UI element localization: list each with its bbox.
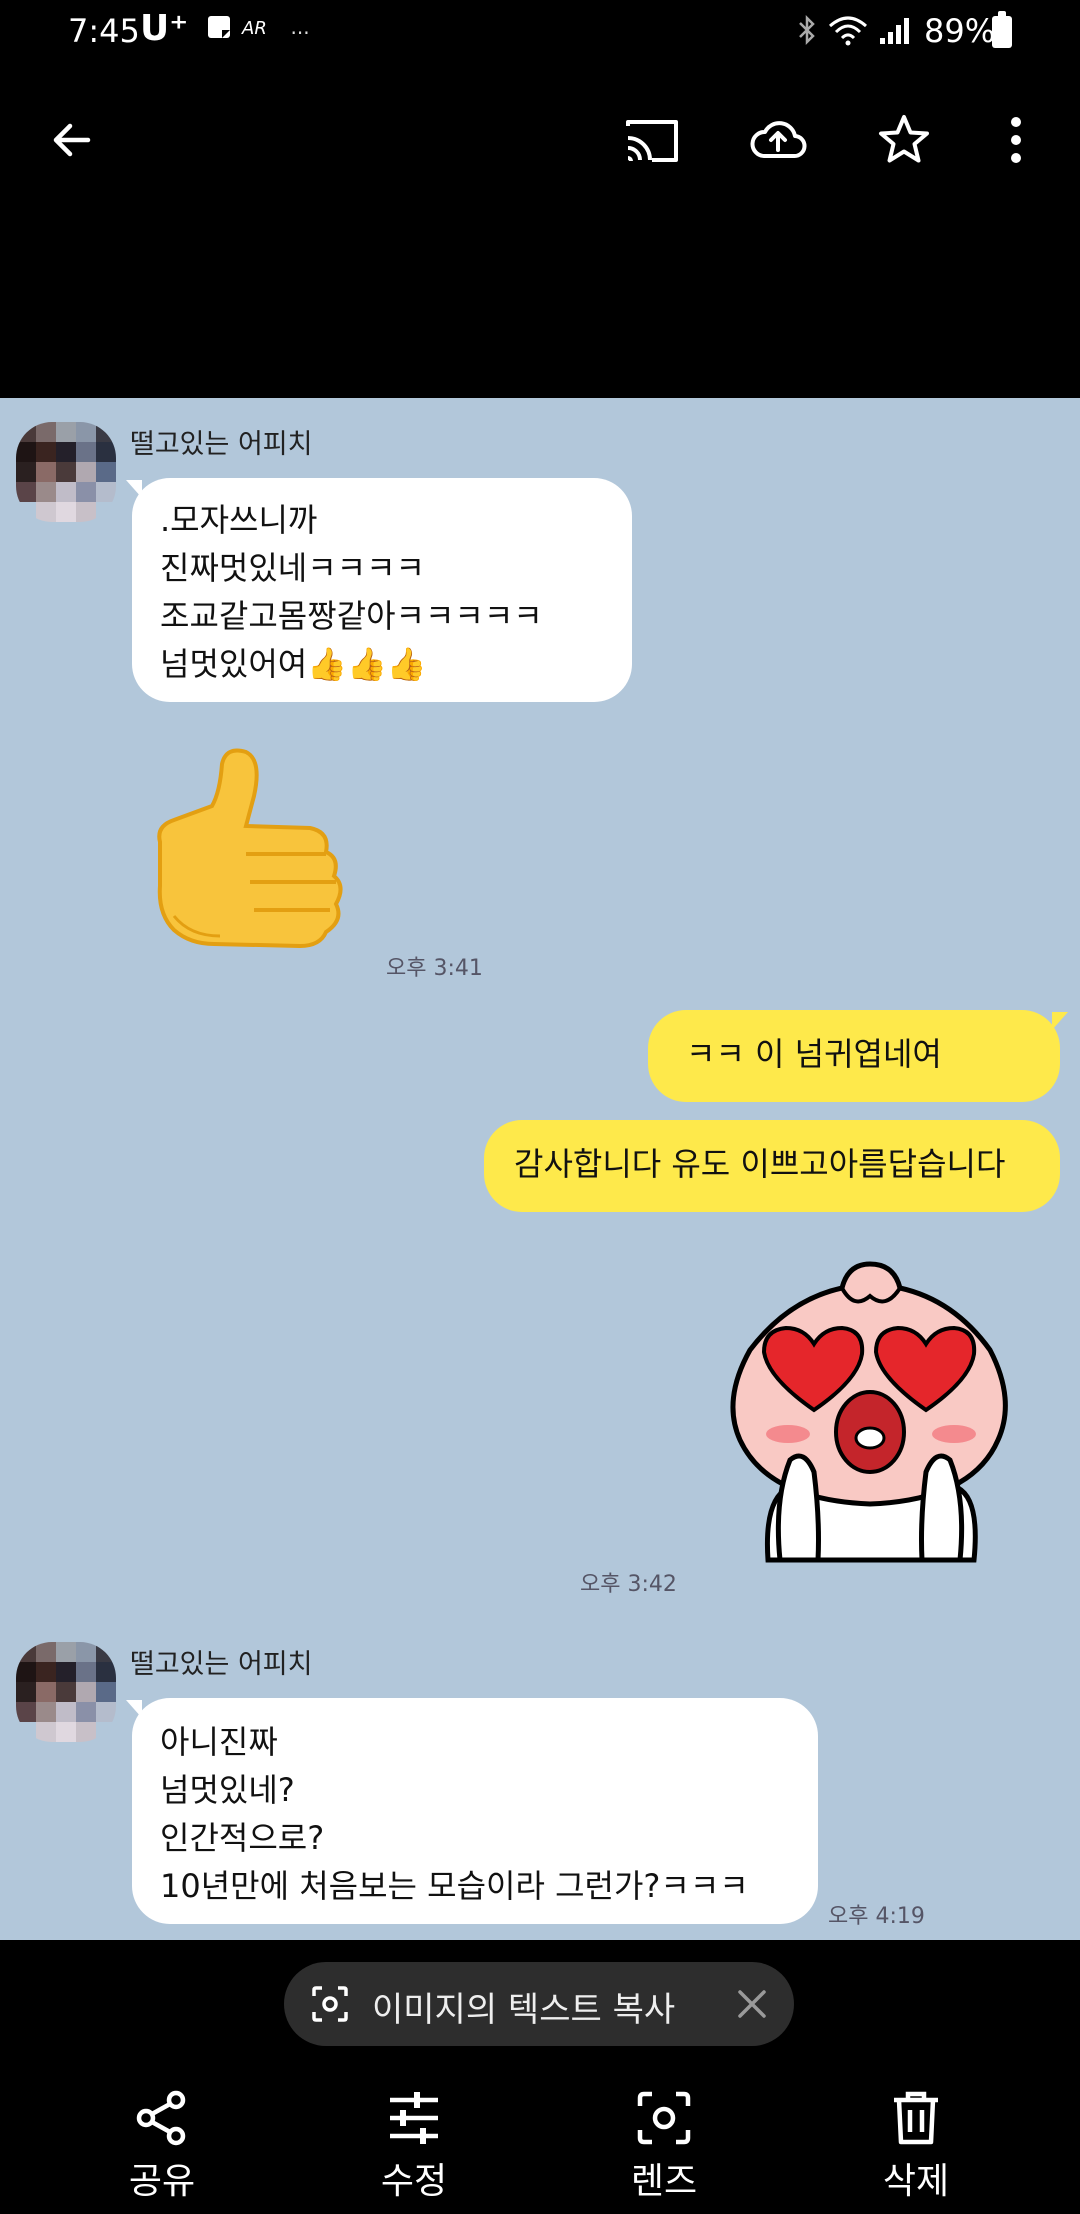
message-line: ㅋㅋ 이 넘귀엽네여: [686, 1035, 942, 1073]
more-notifications-label: ···: [290, 21, 310, 45]
svg-text:AR: AR: [241, 18, 267, 39]
system-icons: [796, 10, 914, 50]
notification-icons: AR ···: [206, 14, 310, 47]
share-icon: [136, 2090, 186, 2146]
favorite-button[interactable]: [872, 108, 936, 172]
sent-message-bubble: ㅋㅋ 이 넘귀엽네여: [648, 1010, 1060, 1102]
share-button[interactable]: 공유: [82, 2088, 242, 2208]
bubble-tail: [1052, 1012, 1068, 1030]
viewer-toolbar: [0, 90, 1080, 190]
edit-label: 수정: [380, 2161, 448, 2202]
wifi-icon: [829, 16, 867, 46]
avatar: [16, 422, 116, 522]
received-message-bubble: 아니진짜 넘멋있네? 인간적으로? 10년만에 처음보는 모습이라 그런가?ㅋㅋ…: [132, 1698, 818, 1924]
avatar: [16, 1642, 116, 1742]
share-label: 공유: [128, 2161, 196, 2202]
copy-text-from-image-chip[interactable]: 이미지의 텍스트 복사: [284, 1962, 794, 2046]
more-vert-icon: [1011, 117, 1021, 163]
message-timestamp: 오후 3:42: [580, 1572, 677, 1597]
status-bar: 7:45 U⁺ AR ··· 89%: [0, 0, 1080, 64]
back-arrow-icon: [53, 123, 91, 157]
apeach-heart-eyes-sticker: [730, 1261, 1008, 1563]
copy-text-label: 이미지의 텍스트 복사: [372, 1990, 676, 2030]
chat-screenshot-image: 떨고있는 어피치 .모자쓰니까 진짜멋있네ㅋㅋㅋㅋ 조교같고몸짱같아ㅋㅋㅋㅋㅋ …: [0, 398, 1080, 1940]
battery-percent: 89%: [924, 12, 996, 50]
star-icon: [879, 115, 929, 163]
message-line: 넘멋있어여👍👍👍: [160, 645, 427, 683]
close-icon[interactable]: [732, 1984, 772, 2024]
text-scan-icon: [312, 1986, 348, 2022]
message-line: 10년만에 처음보는 모습이라 그런가?ㅋㅋㅋ: [160, 1867, 749, 1905]
delete-button[interactable]: 삭제: [836, 2088, 996, 2208]
sent-message-bubble: 감사합니다 유도 이쁘고아름답습니다: [484, 1120, 1060, 1212]
message-line: 인간적으로?: [160, 1819, 325, 1857]
cast-button[interactable]: [620, 108, 684, 172]
message-timestamp: 오후 3:41: [386, 956, 483, 981]
battery-icon: [992, 11, 1012, 48]
message-line: .모자쓰니까: [160, 501, 318, 539]
message-line: 조교같고몸짱같아ㅋㅋㅋㅋㅋ: [160, 597, 543, 635]
trash-icon: [894, 2091, 938, 2145]
status-time: 7:45: [68, 12, 140, 50]
lens-button[interactable]: 렌즈: [584, 2088, 744, 2208]
ar-icon: AR: [241, 18, 267, 39]
bluetooth-icon: [799, 14, 815, 46]
edit-button[interactable]: 수정: [334, 2088, 494, 2208]
gallery-image-viewer: 7:45 U⁺ AR ··· 89% 떨고있는 어피치 .모자쓰니까 진짜멋있네…: [0, 0, 1080, 2214]
cast-icon: [626, 120, 678, 162]
received-message-bubble: .모자쓰니까 진짜멋있네ㅋㅋㅋㅋ 조교같고몸짱같아ㅋㅋㅋㅋㅋ 넘멋있어여👍👍👍: [132, 478, 632, 702]
note-icon: [208, 16, 230, 38]
message-line: 아니진짜: [160, 1723, 278, 1761]
tune-sliders-icon: [390, 2092, 438, 2144]
delete-label: 삭제: [882, 2161, 950, 2202]
sender-name: 떨고있는 어피치: [130, 1649, 313, 1680]
message-line: 넘멋있네?: [160, 1771, 295, 1809]
more-options-button[interactable]: [984, 108, 1048, 172]
cloud-upload-button[interactable]: [746, 108, 810, 172]
carrier-label: U⁺: [140, 8, 189, 49]
message-timestamp: 오후 4:19: [828, 1904, 925, 1929]
message-line: 진짜멋있네ㅋㅋㅋㅋ: [160, 549, 425, 587]
cloud-upload-icon: [750, 121, 807, 158]
message-line: 감사합니다 유도 이쁘고아름답습니다: [514, 1145, 1006, 1183]
lens-icon: [637, 2091, 691, 2145]
back-button[interactable]: [40, 108, 104, 172]
bottom-action-bar: 공유 수정 렌즈 삭제: [0, 2070, 1080, 2214]
thumbs-up-emoji: [157, 748, 343, 949]
lens-label: 렌즈: [630, 2161, 698, 2202]
signal-icon: [880, 18, 909, 44]
sender-name: 떨고있는 어피치: [130, 429, 313, 460]
